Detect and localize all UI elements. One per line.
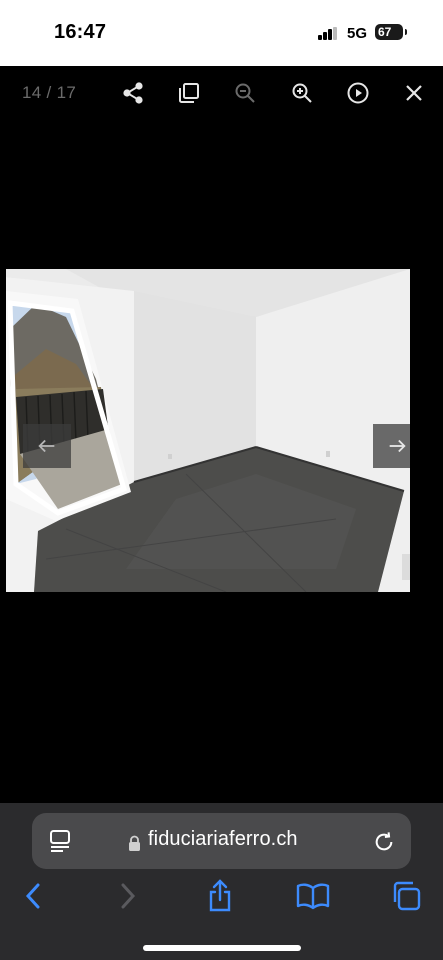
tabs-button[interactable] bbox=[389, 878, 423, 914]
slideshow-play-icon bbox=[347, 82, 369, 104]
back-icon bbox=[25, 883, 40, 909]
zoom-out-icon bbox=[235, 83, 255, 103]
fullscreen-icon bbox=[179, 83, 199, 103]
bookmarks-button[interactable] bbox=[296, 878, 330, 914]
zoom-in-button[interactable] bbox=[288, 79, 316, 107]
tab-layout-button[interactable] bbox=[48, 829, 72, 853]
room-photo[interactable] bbox=[6, 269, 410, 592]
tabs-icon bbox=[393, 881, 421, 911]
status-bar: 16:47 5G 67 bbox=[0, 0, 443, 66]
zoom-in-icon bbox=[292, 83, 312, 103]
reload-icon bbox=[375, 832, 393, 851]
share-icon bbox=[209, 879, 231, 912]
forward-icon bbox=[121, 883, 136, 909]
close-button[interactable] bbox=[400, 79, 428, 107]
tab-layout-icon bbox=[50, 830, 70, 852]
home-indicator[interactable] bbox=[143, 945, 301, 951]
share-page-button[interactable] bbox=[203, 878, 237, 914]
zoom-out-button[interactable] bbox=[231, 79, 259, 107]
battery-icon: 67 bbox=[375, 24, 407, 40]
share-button[interactable] bbox=[119, 79, 147, 107]
url-text: fiduciariaferro.ch bbox=[148, 828, 298, 850]
viewer-toolbar: 14 / 17 bbox=[0, 66, 443, 122]
status-time: 16:47 bbox=[54, 21, 107, 43]
bookmarks-icon bbox=[296, 883, 330, 910]
signal-bars-icon bbox=[318, 27, 338, 40]
fullscreen-button[interactable] bbox=[175, 79, 203, 107]
network-type: 5G bbox=[347, 25, 368, 42]
next-image-button[interactable] bbox=[373, 424, 410, 468]
previous-image-button[interactable] bbox=[23, 424, 71, 468]
battery-level: 67 bbox=[378, 25, 392, 39]
previous-arrow-icon bbox=[38, 439, 55, 453]
share-icon bbox=[123, 82, 143, 104]
close-icon bbox=[406, 85, 422, 101]
image-counter: 14 / 17 bbox=[22, 83, 77, 102]
reload-button[interactable] bbox=[372, 830, 396, 854]
back-button[interactable] bbox=[16, 878, 50, 914]
lock-icon bbox=[127, 835, 141, 851]
slideshow-button[interactable] bbox=[344, 79, 372, 107]
next-arrow-icon bbox=[389, 439, 406, 453]
forward-button[interactable] bbox=[111, 878, 145, 914]
address-bar[interactable]: fiduciariaferro.ch bbox=[32, 813, 411, 869]
